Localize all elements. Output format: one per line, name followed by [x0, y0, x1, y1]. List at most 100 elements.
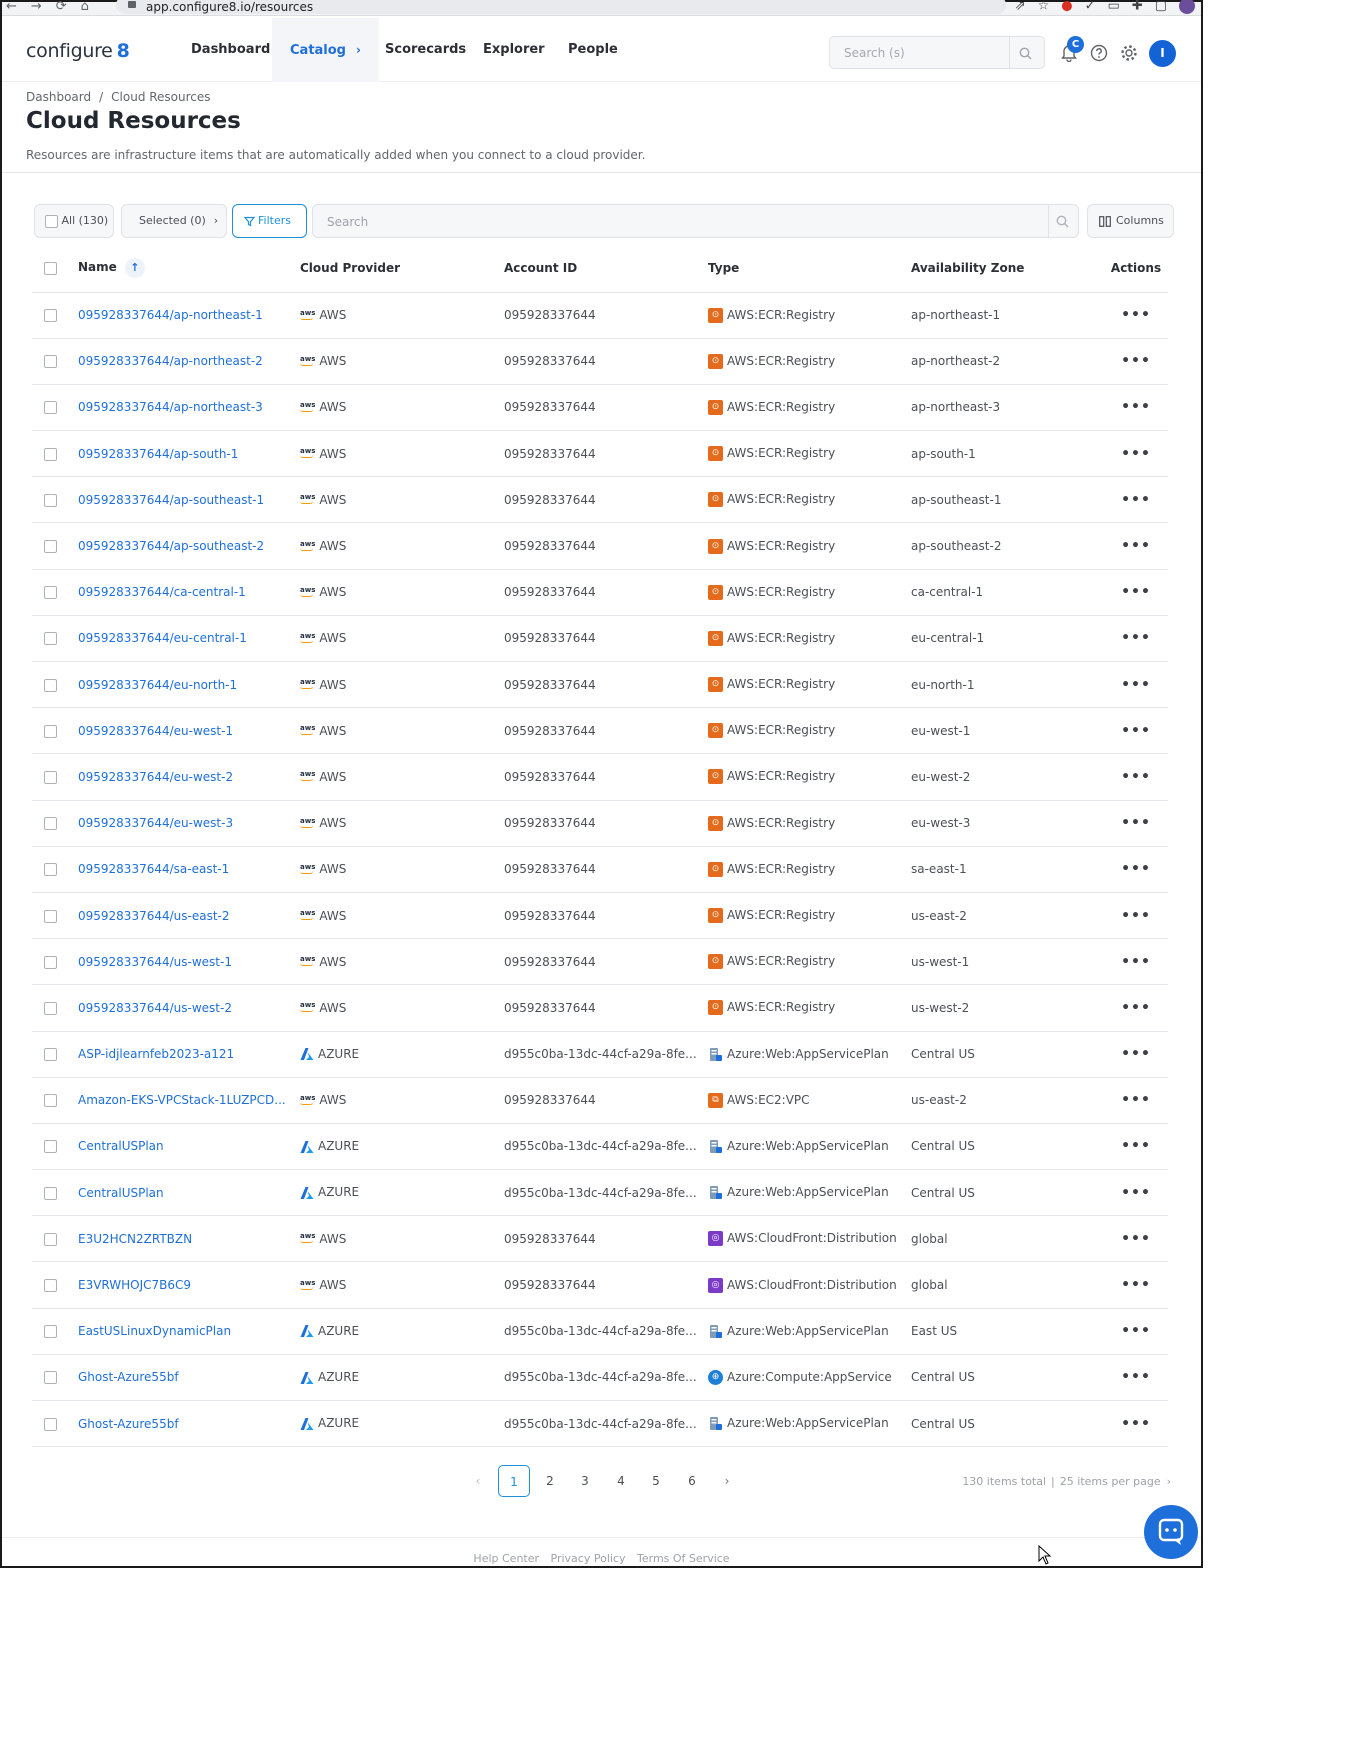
- resource-name-link[interactable]: 095928337644/ap-southeast-2: [78, 539, 264, 553]
- resource-name-link[interactable]: Amazon-EKS-VPCStack-1LUZPCD...: [78, 1093, 286, 1107]
- resource-name-link[interactable]: 095928337644/us-east-2: [78, 909, 230, 923]
- resource-name-link[interactable]: 095928337644/eu-west-3: [78, 816, 233, 830]
- items-per-page-select[interactable]: 25 items per page: [1060, 1475, 1161, 1488]
- row-actions-menu-button[interactable]: •••: [1121, 1000, 1151, 1016]
- row-checkbox[interactable]: [44, 1094, 57, 1108]
- row-checkbox[interactable]: [44, 632, 57, 646]
- row-actions-menu-button[interactable]: •••: [1121, 492, 1151, 508]
- row-actions-menu-button[interactable]: •••: [1121, 1323, 1151, 1339]
- footer-help-center-link[interactable]: Help Center: [473, 1552, 539, 1565]
- resource-name-link[interactable]: ASP-idjlearnfeb2023-a121: [78, 1047, 234, 1061]
- search-icon[interactable]: [1019, 47, 1032, 60]
- resource-name-link[interactable]: Ghost-Azure55bf: [78, 1370, 179, 1384]
- search-icon[interactable]: [1056, 215, 1069, 228]
- table-row[interactable]: Ghost-Azure55bf AZURE d955c0ba-13dc-44cf-a…: [32, 1400, 1168, 1448]
- table-row[interactable]: ASP-idjlearnfeb2023-a121 AZURE d955c0ba-13…: [32, 1031, 1168, 1078]
- table-row[interactable]: Amazon-EKS-VPCStack-1LUZPCD... aws AWS 0959…: [32, 1077, 1168, 1124]
- resource-name-link[interactable]: CentralUSPlan: [78, 1139, 164, 1153]
- resource-name-link[interactable]: CentralUSPlan: [78, 1186, 164, 1200]
- resource-name-link[interactable]: 095928337644/ap-northeast-1: [78, 308, 263, 322]
- row-actions-menu-button[interactable]: •••: [1121, 538, 1151, 554]
- table-row[interactable]: 095928337644/ap-northeast-1 aws AWS 0959283…: [32, 292, 1168, 339]
- table-row[interactable]: CentralUSPlan AZURE d955c0ba-13dc-44cf-a29…: [32, 1123, 1168, 1171]
- resource-name-link[interactable]: E3U2HCN2ZRTBZN: [78, 1232, 192, 1246]
- resource-name-link[interactable]: 095928337644/ap-northeast-2: [78, 354, 263, 368]
- table-row[interactable]: 095928337644/ca-central-1 aws AWS 095928337…: [32, 569, 1168, 616]
- row-actions-menu-button[interactable]: •••: [1121, 353, 1151, 369]
- page-4-button[interactable]: 4: [605, 1465, 637, 1497]
- table-row[interactable]: E3U2HCN2ZRTBZN aws AWS 095928337644 ◎ AWS:Clo…: [32, 1215, 1168, 1263]
- row-checkbox[interactable]: [44, 1232, 57, 1246]
- user-avatar[interactable]: I: [1149, 40, 1176, 67]
- nav-scorecards[interactable]: Scorecards: [385, 18, 466, 82]
- resource-name-link[interactable]: 095928337644/ap-northeast-3: [78, 400, 263, 414]
- table-row[interactable]: Ghost-Azure55bf AZURE d955c0ba-13dc-44cf-a…: [32, 1354, 1168, 1402]
- row-checkbox[interactable]: [44, 678, 57, 692]
- column-header-account-id[interactable]: Account ID: [504, 244, 708, 293]
- table-row[interactable]: 095928337644/us-west-1 aws AWS 095928337644…: [32, 938, 1168, 986]
- row-checkbox[interactable]: [44, 355, 57, 369]
- table-row[interactable]: 095928337644/eu-west-2 aws AWS 095928337644…: [32, 753, 1168, 801]
- filters-button[interactable]: Filters: [232, 204, 307, 238]
- column-header-type[interactable]: Type: [708, 244, 911, 293]
- select-all-checkbox[interactable]: [44, 261, 57, 275]
- row-actions-menu-button[interactable]: •••: [1121, 861, 1151, 877]
- address-bar[interactable]: app.configure8.io/resources: [116, 0, 1006, 14]
- gear-icon[interactable]: [1120, 44, 1138, 62]
- global-search-input[interactable]: Search (s): [829, 36, 1045, 69]
- select-all-button[interactable]: All (130): [34, 204, 114, 238]
- row-checkbox[interactable]: [44, 309, 57, 323]
- nav-dashboard[interactable]: Dashboard: [191, 18, 270, 82]
- table-row[interactable]: 095928337644/ap-southeast-1 aws AWS 0959283…: [32, 476, 1168, 524]
- footer-privacy-policy-link[interactable]: Privacy Policy: [551, 1552, 626, 1565]
- table-row[interactable]: 095928337644/eu-west-1 aws AWS 095928337644…: [32, 707, 1168, 755]
- row-actions-menu-button[interactable]: •••: [1121, 1138, 1151, 1154]
- row-checkbox[interactable]: [44, 447, 57, 461]
- row-actions-menu-button[interactable]: •••: [1121, 908, 1151, 924]
- resource-name-link[interactable]: 095928337644/ap-southeast-1: [78, 493, 264, 507]
- resource-name-link[interactable]: 095928337644/ca-central-1: [78, 585, 246, 599]
- table-row[interactable]: 095928337644/eu-west-3 aws AWS 095928337644…: [32, 800, 1168, 847]
- column-header-name[interactable]: Name ↑: [78, 244, 300, 293]
- resource-name-link[interactable]: 095928337644/sa-east-1: [78, 862, 229, 876]
- table-row[interactable]: CentralUSPlan AZURE d955c0ba-13dc-44cf-a29…: [32, 1169, 1168, 1217]
- row-checkbox[interactable]: [44, 401, 57, 415]
- row-actions-menu-button[interactable]: •••: [1121, 723, 1151, 739]
- resource-name-link[interactable]: 095928337644/eu-west-1: [78, 724, 233, 738]
- footer-terms-link[interactable]: Terms Of Service: [637, 1552, 730, 1565]
- row-checkbox[interactable]: [44, 1417, 57, 1431]
- row-checkbox[interactable]: [44, 1140, 57, 1154]
- row-actions-menu-button[interactable]: •••: [1121, 677, 1151, 693]
- row-checkbox[interactable]: [44, 909, 57, 923]
- row-actions-menu-button[interactable]: •••: [1121, 630, 1151, 646]
- row-actions-menu-button[interactable]: •••: [1121, 584, 1151, 600]
- table-row[interactable]: 095928337644/ap-south-1 aws AWS 09592833764…: [32, 430, 1168, 478]
- nav-explorer[interactable]: Explorer: [483, 18, 545, 82]
- sort-ascending-icon[interactable]: ↑: [124, 257, 145, 278]
- nav-people[interactable]: People: [568, 18, 618, 82]
- row-checkbox[interactable]: [44, 1048, 57, 1062]
- selected-button[interactable]: Selected (0) ›: [121, 204, 227, 238]
- columns-button[interactable]: Columns: [1087, 204, 1174, 238]
- row-checkbox[interactable]: [44, 770, 57, 784]
- row-actions-menu-button[interactable]: •••: [1121, 1369, 1151, 1385]
- breadcrumb-dashboard[interactable]: Dashboard: [26, 90, 91, 104]
- table-row[interactable]: 095928337644/sa-east-1 aws AWS 095928337644…: [32, 846, 1168, 893]
- page-5-button[interactable]: 5: [640, 1465, 672, 1497]
- row-actions-menu-button[interactable]: •••: [1121, 1046, 1151, 1062]
- row-checkbox[interactable]: [44, 955, 57, 969]
- table-row[interactable]: 095928337644/eu-north-1 aws AWS 09592833764…: [32, 661, 1168, 709]
- row-actions-menu-button[interactable]: •••: [1121, 1416, 1151, 1432]
- resource-name-link[interactable]: 095928337644/eu-west-2: [78, 770, 233, 784]
- column-header-cloud-provider[interactable]: Cloud Provider: [300, 244, 504, 293]
- resource-name-link[interactable]: 095928337644/us-west-1: [78, 955, 232, 969]
- page-6-button[interactable]: 6: [676, 1465, 708, 1497]
- table-row[interactable]: E3VRWHOJC7B6C9 aws AWS 095928337644 ◎ AWS:Clo…: [32, 1261, 1168, 1309]
- browser-extensions[interactable]: ⇗☆●✓▭✚▢: [1015, 0, 1195, 14]
- row-checkbox[interactable]: [44, 863, 57, 877]
- table-row[interactable]: 095928337644/ap-southeast-2 aws AWS 0959283…: [32, 522, 1168, 570]
- row-actions-menu-button[interactable]: •••: [1121, 1231, 1151, 1247]
- table-row[interactable]: 095928337644/us-west-2 aws AWS 095928337644…: [32, 984, 1168, 1032]
- browser-nav-icons[interactable]: ←→⟳⌂: [6, 0, 103, 14]
- row-actions-menu-button[interactable]: •••: [1121, 769, 1151, 785]
